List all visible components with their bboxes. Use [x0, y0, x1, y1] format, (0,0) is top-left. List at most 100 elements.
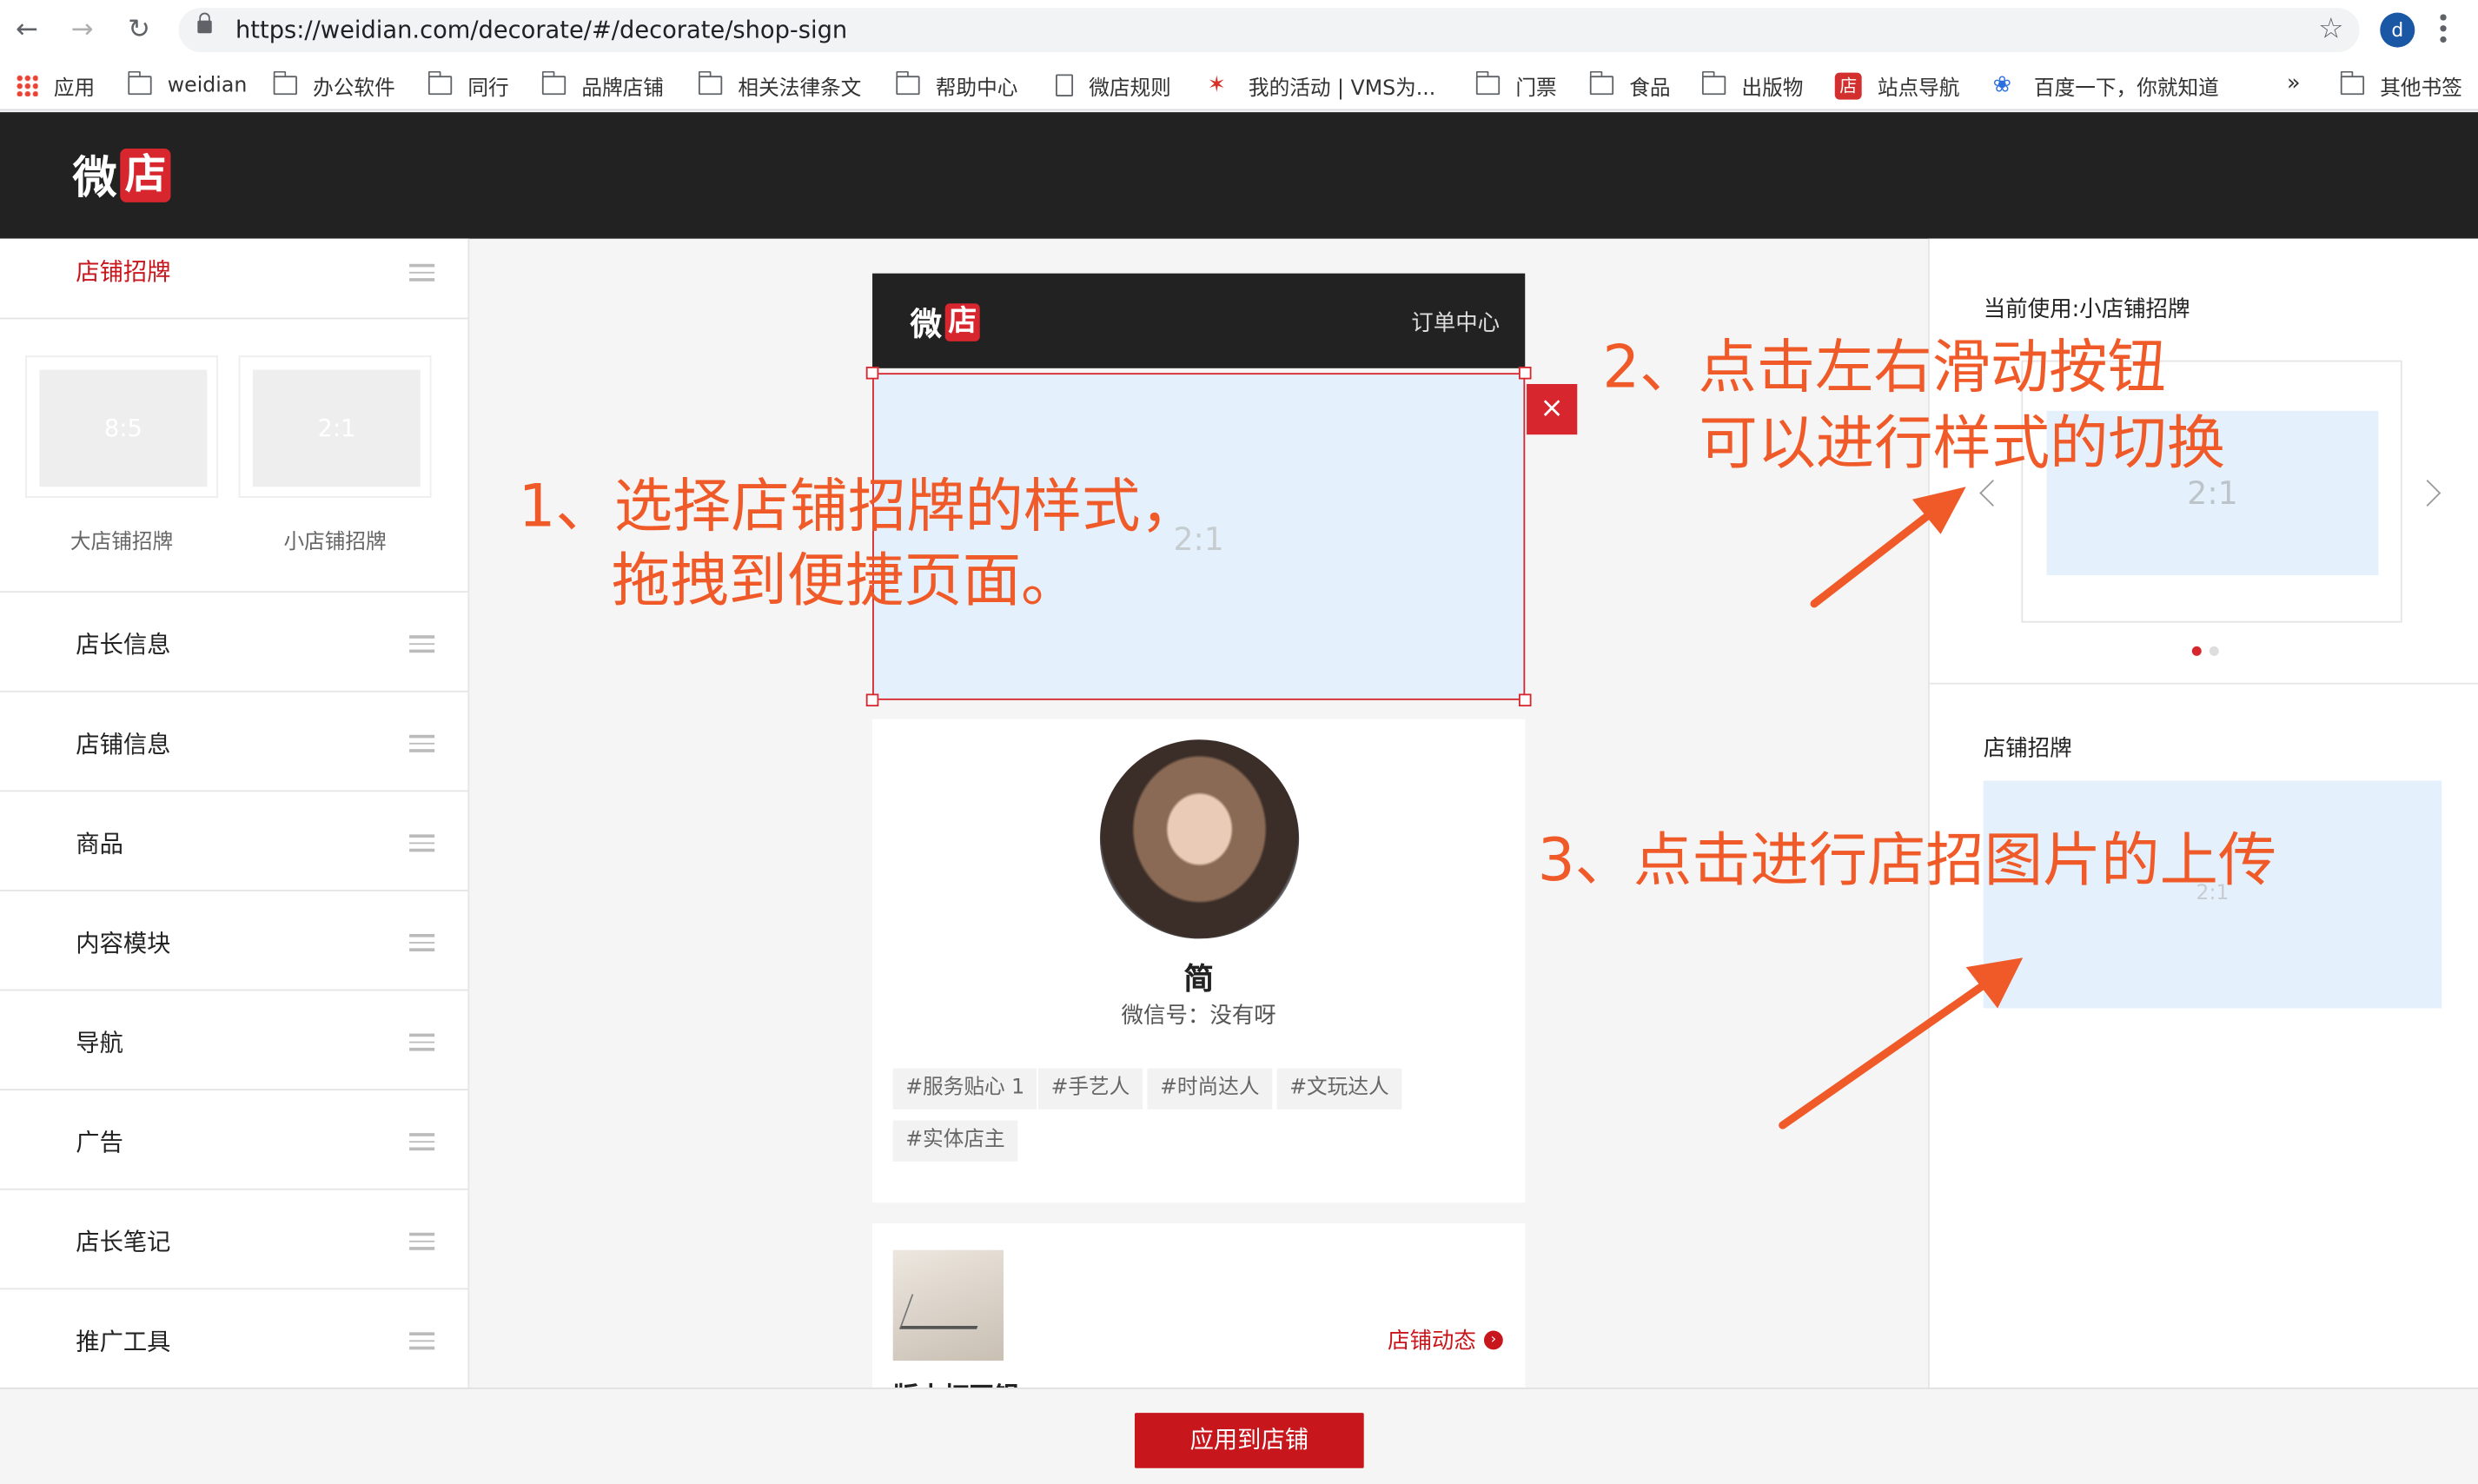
small-sign-template[interactable]: 2:1 [238, 355, 432, 498]
folder-icon [1588, 70, 1614, 96]
drag-handle-icon[interactable] [409, 263, 435, 281]
bookmark-help[interactable]: 帮助中心 [895, 70, 1017, 101]
shop-news-card: 店铺动态› 版本打开铝 [872, 1222, 1526, 1397]
bookmark-baidu[interactable]: ❀ 百度一下，你就知道 [1992, 71, 2219, 101]
order-center-link[interactable]: 订单中心 [1411, 307, 1500, 338]
chevron-right-icon[interactable] [2414, 480, 2442, 507]
shop-owner-name: 简 [1183, 962, 1214, 997]
bookmarks-bar: 应用 weidian 办公软件 同行 品牌店铺 相关法律条文 帮助中心 微店规则… [0, 60, 2478, 111]
bookmark-weidian[interactable]: weidian [127, 70, 247, 100]
browser-menu-icon[interactable] [2440, 14, 2447, 45]
drag-handle-icon[interactable] [409, 1033, 435, 1050]
component-panel: 店铺招牌 8:5 大店铺招牌 2:1 小店铺招牌 店长信息 店铺信息 商品 内容… [0, 238, 470, 1388]
carousel-dot[interactable] [2191, 646, 2202, 656]
template-ratio: 8:5 [39, 369, 208, 487]
divider [1929, 682, 2478, 685]
menu-content-modules[interactable]: 内容模块 [0, 891, 468, 991]
bookmark-laws[interactable]: 相关法律条文 [698, 70, 861, 101]
bookmarks-overflow-icon[interactable]: » [2287, 71, 2301, 96]
document-icon [1056, 74, 1074, 96]
folder-icon [2339, 70, 2365, 96]
drag-handle-icon[interactable] [409, 635, 435, 653]
bookmark-office[interactable]: 办公软件 [272, 70, 395, 101]
tag: #实体店主 [892, 1120, 1018, 1162]
menu-products[interactable]: 商品 [0, 792, 468, 891]
resize-handle[interactable] [1518, 693, 1532, 707]
folder-icon [895, 70, 920, 96]
large-sign-template[interactable]: 8:5 [25, 355, 219, 498]
drag-handle-icon[interactable] [409, 734, 435, 752]
url-text[interactable]: https://weidian.com/decorate/#/decorate/… [235, 16, 847, 44]
shop-news-link[interactable]: 店铺动态 › [1388, 1324, 1503, 1355]
folder-icon [127, 70, 152, 96]
close-icon[interactable]: × [1527, 383, 1578, 435]
drag-handle-icon[interactable] [409, 1232, 435, 1249]
annotation-step1-line2: 拖拽到便捷页面。 [611, 547, 1080, 615]
resize-handle[interactable] [865, 693, 879, 707]
baidu-paw-icon: ❀ [1992, 72, 2011, 98]
address-bar[interactable]: https://weidian.com/decorate/#/decorate/… [178, 8, 2360, 53]
weidian-logo[interactable]: 微 店 [73, 147, 171, 204]
bookmark-vms[interactable]: ✶ 我的活动 | VMS为... [1208, 71, 1436, 100]
menu-ads[interactable]: 广告 [0, 1090, 468, 1190]
lock-icon [197, 12, 212, 34]
menu-owner-info[interactable]: 店长信息 [0, 593, 468, 692]
reload-icon[interactable]: ↻ [123, 14, 155, 45]
template-ratio: 2:1 [253, 369, 421, 487]
bookmark-tickets[interactable]: 门票 [1474, 70, 1557, 101]
preview-header: 微 店 订单中心 [872, 273, 1526, 368]
folder-icon [540, 70, 566, 96]
bookmark-apps[interactable]: 应用 [16, 71, 95, 101]
avatar [1099, 739, 1300, 939]
arrow-right-icon: › [1483, 1330, 1503, 1350]
annotation-step3: 3、点击进行店招图片的上传 [1537, 826, 2277, 895]
resize-handle[interactable] [865, 366, 879, 380]
bookmark-rules[interactable]: 微店规则 [1056, 71, 1171, 101]
apply-to-shop-button[interactable]: 应用到店铺 [1134, 1413, 1364, 1468]
shop-sign-section[interactable]: 店铺招牌 [0, 239, 468, 320]
annotation-step1-line1: 1、选择店铺招牌的样式， [518, 472, 1199, 541]
carousel-dots [2191, 646, 2219, 656]
tag: #手艺人 [1038, 1068, 1143, 1110]
menu-owner-notes[interactable]: 店长笔记 [0, 1190, 468, 1290]
folder-icon [1701, 70, 1726, 96]
folder-icon [698, 70, 723, 96]
bookmark-site-nav[interactable]: 店站点导航 [1834, 71, 1959, 101]
drag-handle-icon[interactable] [409, 1332, 435, 1349]
drag-handle-icon[interactable] [409, 834, 435, 851]
bookmark-food[interactable]: 食品 [1588, 70, 1671, 101]
bookmark-other[interactable]: 其他书签 [2339, 70, 2462, 101]
menu-promo-tools[interactable]: 推广工具 [0, 1289, 467, 1388]
drag-handle-icon[interactable] [409, 933, 435, 951]
footer-bar: 应用到店铺 [0, 1387, 2478, 1484]
screen: ← → ↻ https://weidian.com/decorate/#/dec… [0, 0, 2478, 1484]
menu-navigation[interactable]: 导航 [0, 990, 468, 1091]
back-icon[interactable]: ← [11, 14, 43, 45]
section-title: 店铺招牌 [76, 257, 171, 287]
carousel-dot[interactable] [2209, 646, 2219, 656]
profile-avatar[interactable]: d [2380, 12, 2415, 48]
annotation-arrow-icon [1779, 957, 2024, 1130]
browser-toolbar: ← → ↻ https://weidian.com/decorate/#/dec… [0, 0, 2478, 61]
wechat-id: 微信号：没有呀 [1121, 1004, 1276, 1030]
tag: #文玩达人 [1276, 1068, 1402, 1110]
apps-grid-icon [16, 74, 38, 96]
resize-handle[interactable] [1518, 366, 1532, 380]
annotation-arrow-icon [1810, 487, 1966, 608]
menu-shop-info[interactable]: 店铺信息 [0, 692, 468, 792]
drag-handle-icon[interactable] [409, 1133, 435, 1150]
template-caption: 大店铺招牌 [70, 531, 174, 555]
bookmark-brand-stores[interactable]: 品牌店铺 [540, 70, 664, 101]
tag: #时尚达人 [1147, 1068, 1273, 1110]
annotation-step2-line2: 可以进行样式的切换 [1699, 409, 2226, 478]
upload-section-title: 店铺招牌 [1983, 736, 2072, 762]
bookmark-peers[interactable]: 同行 [427, 70, 509, 101]
bookmark-star-icon[interactable]: ☆ [2318, 13, 2343, 46]
butterfly-icon: ✶ [1207, 72, 1226, 98]
bookmark-publications[interactable]: 出版物 [1701, 70, 1803, 101]
chevron-left-icon[interactable] [1979, 480, 2007, 507]
profile-card: 简 微信号：没有呀 #服务贴心 1 #手艺人 #时尚达人 #文玩达人 #实体店主 [872, 719, 1526, 1203]
forward-icon[interactable]: → [66, 14, 97, 45]
folder-icon [1474, 70, 1501, 96]
preview-logo: 微 店 [911, 299, 980, 345]
